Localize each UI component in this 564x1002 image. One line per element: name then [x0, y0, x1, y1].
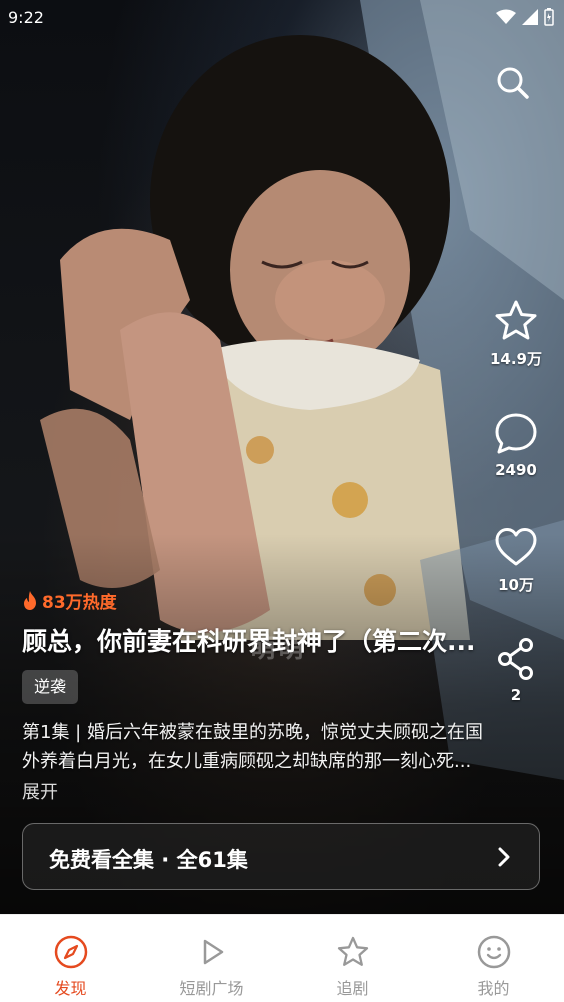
- watch-all-button[interactable]: 免费看全集 · 全61集: [22, 823, 540, 890]
- play-icon: [203, 939, 223, 965]
- collect-button[interactable]: 14.9万: [481, 298, 551, 369]
- comment-icon: [495, 413, 537, 454]
- bottom-nav: 发现 短剧广场 追剧 我的: [0, 914, 564, 1002]
- flame-icon: [24, 591, 36, 610]
- tab-mine[interactable]: 我的: [423, 915, 564, 1002]
- battery-icon: [544, 8, 554, 26]
- like-count: 10万: [498, 576, 534, 594]
- tab-drama-plaza[interactable]: 短剧广场: [141, 915, 282, 1002]
- status-icons: [496, 8, 554, 26]
- screen: 9:22 14.9万 2490 10万 2 83万热度 顾总，你前妻在科研界封神…: [0, 0, 564, 1002]
- star-icon: [495, 300, 537, 340]
- tab-label: 追剧: [336, 979, 369, 998]
- star-icon: [337, 936, 368, 966]
- heat-text: 83万热度: [42, 593, 117, 613]
- watch-all-label: 免费看全集 · 全61集: [49, 848, 248, 872]
- status-bar: 9:22: [0, 0, 564, 36]
- description-line: 外养着白月光，在女儿重病顾砚之却缺席的那一刻心死...: [22, 751, 472, 772]
- heat-indicator: 83万热度: [22, 588, 117, 613]
- tab-discover[interactable]: 发现: [0, 915, 141, 1002]
- chevron-right-icon: [498, 847, 510, 867]
- tab-label: 短剧广场: [179, 979, 244, 998]
- episode-description: 第1集 | 婚后六年被蒙在鼓里的苏晚，惊觉丈夫顾砚之在国 外养着白月光，在女儿重…: [22, 718, 544, 776]
- share-count: 2: [510, 686, 522, 704]
- compass-icon: [54, 935, 87, 969]
- heart-icon: [495, 528, 537, 566]
- description-line: 第1集 | 婚后六年被蒙在鼓里的苏晚，惊觉丈夫顾砚之在国: [22, 722, 483, 743]
- tab-label: 发现: [54, 979, 87, 998]
- tab-label: 我的: [477, 979, 510, 998]
- comment-count: 2490: [495, 461, 537, 479]
- tab-following[interactable]: 追剧: [282, 915, 423, 1002]
- status-time: 9:22: [8, 8, 44, 27]
- genre-tag[interactable]: 逆袭: [22, 670, 79, 704]
- comment-button[interactable]: 2490: [481, 411, 551, 479]
- like-button[interactable]: 10万: [481, 524, 551, 595]
- smile-icon: [477, 935, 510, 969]
- video-player[interactable]: [0, 0, 564, 914]
- search-icon: [497, 67, 529, 99]
- video-watermark: 萌萌: [250, 634, 307, 664]
- signal-icon: [522, 9, 538, 25]
- wifi-icon: [496, 9, 516, 24]
- expand-link[interactable]: 展开: [22, 778, 58, 804]
- collect-count: 14.9万: [489, 350, 542, 368]
- search-button[interactable]: [494, 64, 532, 102]
